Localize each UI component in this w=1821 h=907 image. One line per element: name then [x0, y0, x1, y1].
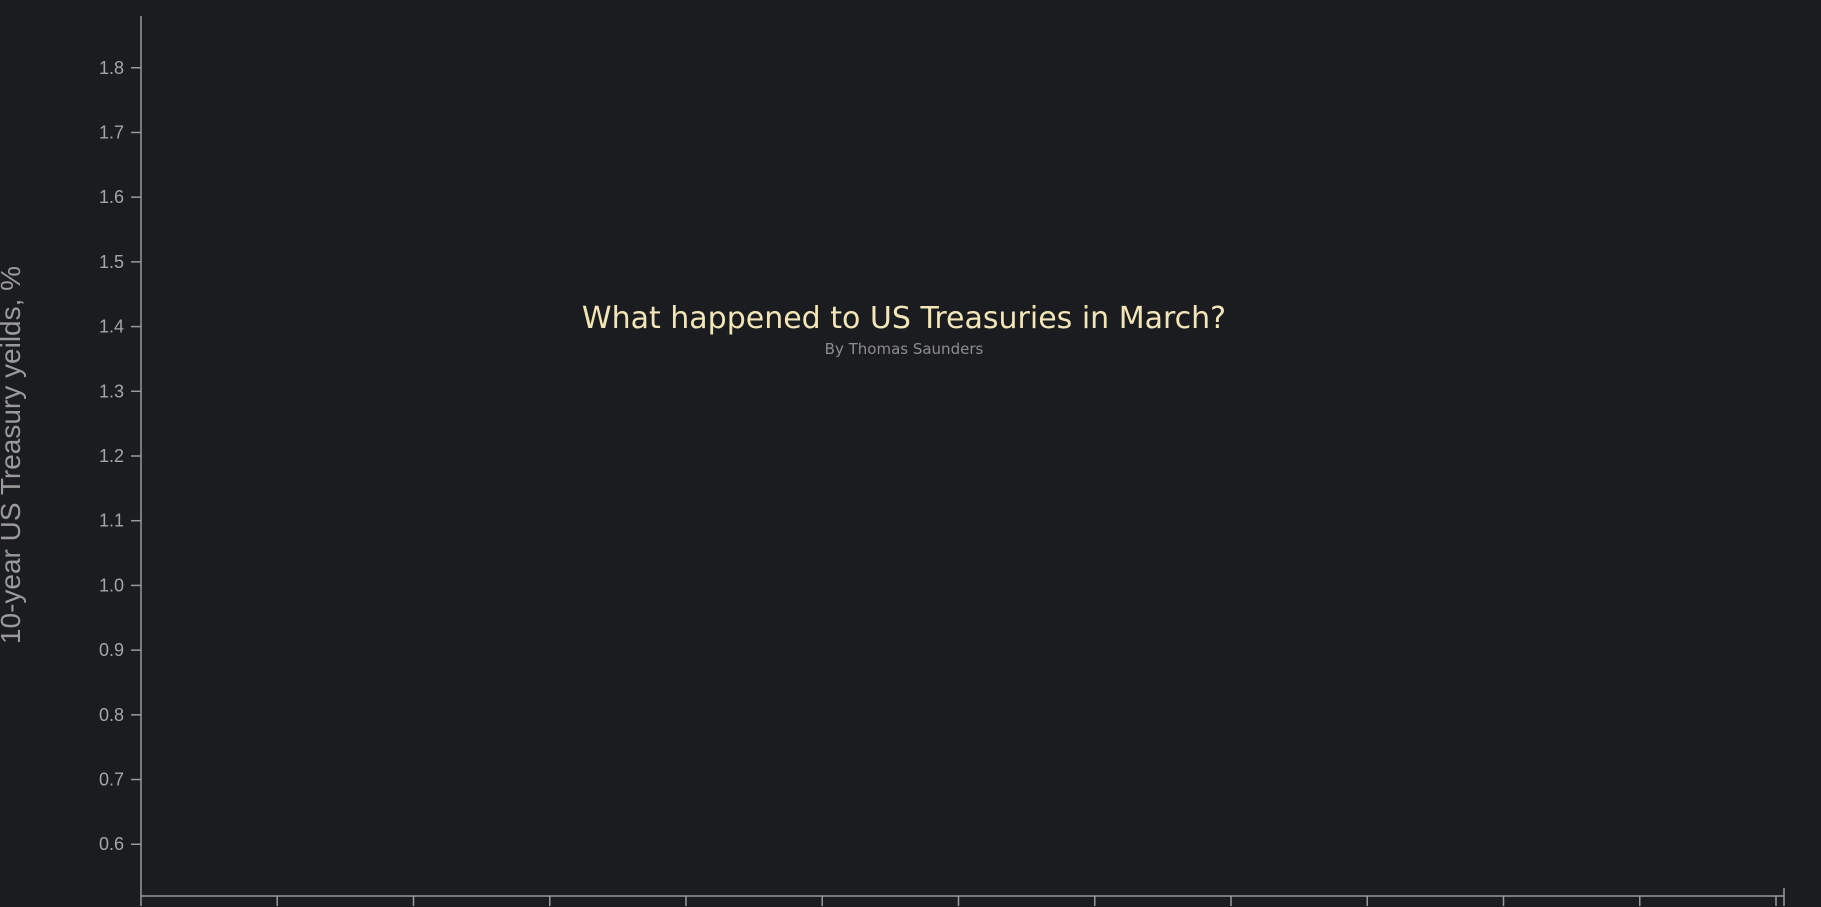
y-tick-label: 1.6 [99, 187, 124, 207]
chart-background [0, 0, 1821, 907]
y-tick-label: 1.2 [99, 446, 124, 466]
y-tick-label: 1.7 [99, 122, 124, 142]
y-tick-label: 1.5 [99, 252, 124, 272]
y-tick-label: 0.7 [99, 770, 124, 790]
y-tick-label: 0.6 [99, 834, 124, 854]
y-tick-label: 1.4 [99, 317, 124, 337]
yield-chart: 10-year US Treasury yeilds, % 0.6 0.7 0.8 0… [0, 0, 1821, 907]
y-tick-label: 1.1 [99, 511, 124, 531]
chart-subtitle: By Thomas Saunders [825, 340, 984, 358]
y-tick-label: 0.9 [99, 640, 124, 660]
chart-title: What happened to US Treasuries in March? [582, 301, 1226, 336]
y-tick-label: 0.8 [99, 705, 124, 725]
y-tick-label: 1.8 [99, 58, 124, 78]
y-tick-label: 1.3 [99, 381, 124, 401]
y-axis-label: 10-year US Treasury yeilds, % [0, 266, 26, 644]
y-tick-label: 1.0 [99, 575, 124, 595]
